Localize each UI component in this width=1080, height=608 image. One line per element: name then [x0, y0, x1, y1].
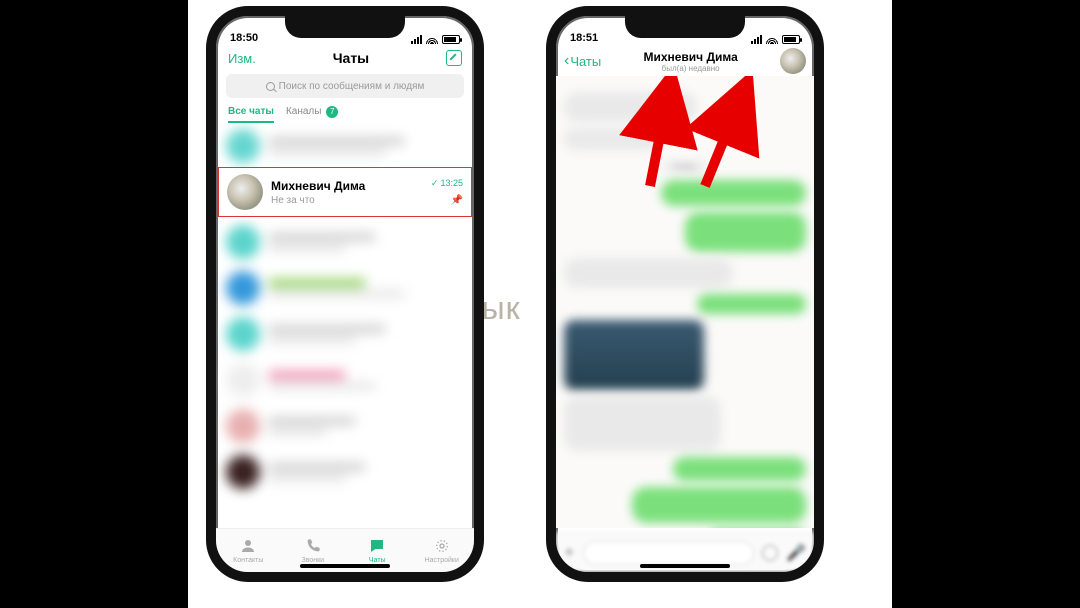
status-time: 18:50: [230, 32, 258, 44]
compose-icon[interactable]: [446, 50, 462, 66]
notch: [625, 14, 745, 38]
back-label: Чаты: [570, 54, 601, 69]
chat-preview: Не за что: [271, 195, 431, 206]
conversation-navbar: ‹ Чаты Михневич Дима был(а) недавно: [556, 46, 814, 76]
mic-icon[interactable]: 🎤: [786, 543, 806, 563]
filter-tabs: Все чаты Каналы 7: [216, 104, 474, 123]
home-indicator: [300, 564, 390, 568]
chat-name: Михневич Дима: [271, 179, 431, 193]
contact-name: Михневич Дима: [605, 50, 776, 64]
chevron-left-icon: ‹: [564, 53, 569, 69]
chat-time: 13:25: [440, 178, 463, 188]
home-indicator: [640, 564, 730, 568]
message-input[interactable]: [583, 541, 755, 565]
wifi-icon: [426, 35, 438, 44]
edit-button[interactable]: Изм.: [228, 51, 256, 66]
chats-navbar: Изм. Чаты: [216, 46, 474, 68]
calls-icon: [304, 537, 322, 555]
chat-list: Михневич Дима Не за что ✓13:25 📌: [216, 123, 474, 527]
conversation-title-area[interactable]: Михневич Дима был(а) недавно: [605, 50, 776, 73]
chats-icon: [368, 537, 386, 555]
tab-channels[interactable]: Каналы 7: [286, 106, 338, 123]
tab-label: Контакты: [233, 557, 263, 564]
tab-settings[interactable]: Настройки: [410, 529, 475, 572]
tab-label: Настройки: [425, 557, 459, 564]
tab-contacts[interactable]: Контакты: [216, 529, 281, 572]
tab-channels-label: Каналы: [286, 106, 322, 117]
tab-label: Чаты: [369, 557, 386, 564]
contacts-icon: [239, 537, 257, 555]
chat-row-highlighted[interactable]: Михневич Дима Не за что ✓13:25 📌: [218, 167, 472, 217]
cellular-icon: [751, 35, 762, 44]
notch: [285, 14, 405, 38]
tab-label: Звонки: [301, 557, 324, 564]
contact-avatar[interactable]: [780, 48, 806, 74]
pin-icon: 📌: [431, 195, 463, 206]
settings-icon: [433, 537, 451, 555]
contact-status: был(а) недавно: [605, 64, 776, 73]
search-icon: [266, 82, 275, 91]
tab-all-chats[interactable]: Все чаты: [228, 106, 274, 123]
search-placeholder: Поиск по сообщениям и людям: [279, 81, 425, 92]
channels-badge: 7: [326, 106, 338, 118]
wifi-icon: [766, 35, 778, 44]
attach-icon[interactable]: +: [564, 542, 575, 563]
status-time: 18:51: [570, 32, 598, 44]
battery-icon: [782, 35, 800, 44]
search-input[interactable]: Поиск по сообщениям и людям: [226, 74, 464, 98]
phone-conversation: 18:51 ‹ Чаты Михневич Дима был(а) недавн…: [546, 6, 824, 582]
back-button[interactable]: ‹ Чаты: [564, 53, 601, 69]
read-check-icon: ✓: [431, 178, 439, 188]
avatar: [227, 174, 263, 210]
battery-icon: [442, 35, 460, 44]
cellular-icon: [411, 35, 422, 44]
page-title: Чаты: [333, 50, 369, 66]
sticker-icon[interactable]: [762, 545, 778, 561]
phone-chats-list: 18:50 Изм. Чаты Поиск по сообщениям и лю…: [206, 6, 484, 582]
conversation-body: вчера: [556, 76, 814, 528]
